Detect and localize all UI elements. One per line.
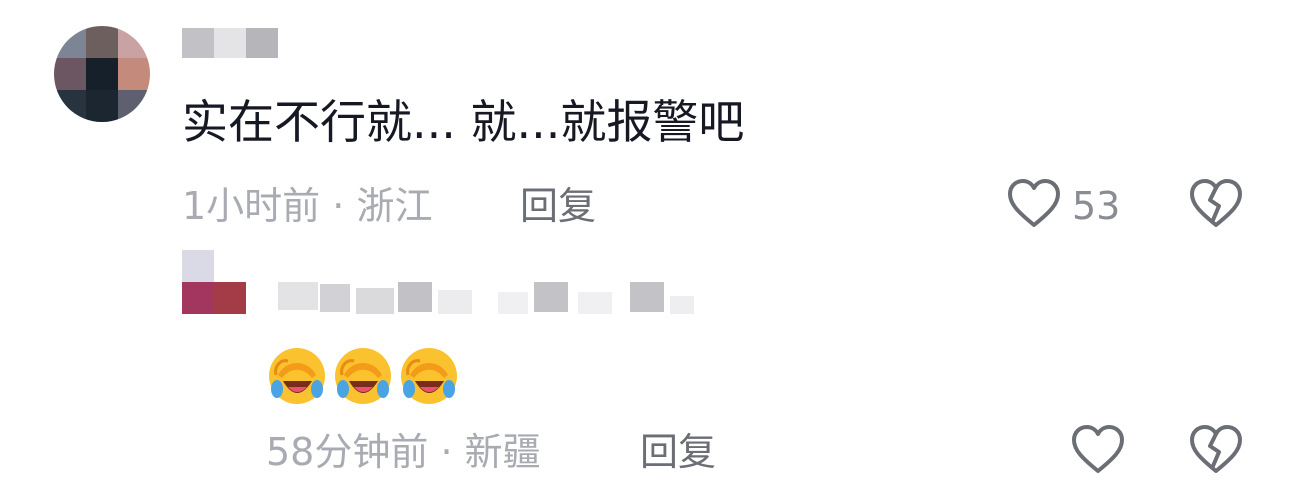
comment-text: 实在不行就... 就...就报警吧 [182,95,745,149]
reply-like-icon[interactable] [1070,424,1126,476]
like-icon[interactable] [1006,178,1062,230]
reply-location: 新疆 [464,430,541,474]
reply-dislike-icon[interactable] [1188,424,1244,476]
rofl-emoji [332,345,394,407]
comment-meta: 1小时前 · 浙江 [182,182,432,230]
like-count: 53 [1072,184,1121,228]
reply-meta: 58分钟前 · 新疆 [266,428,541,476]
reply-button[interactable]: 回复 [520,182,596,230]
reply-avatar[interactable] [182,250,246,314]
avatar[interactable] [54,26,150,122]
comment-location: 浙江 [356,184,433,228]
reply-time: 58分钟前 [266,430,429,474]
rofl-emoji [266,345,328,407]
comment-time: 1小时前 [182,184,321,228]
meta-separator: · [428,430,465,474]
username-blurred[interactable] [182,28,278,58]
meta-separator: · [320,184,357,228]
rofl-emoji [398,345,460,407]
reply-username-blurred[interactable] [278,282,698,314]
dislike-icon[interactable] [1188,178,1244,230]
reply-reply-button[interactable]: 回复 [640,428,716,476]
